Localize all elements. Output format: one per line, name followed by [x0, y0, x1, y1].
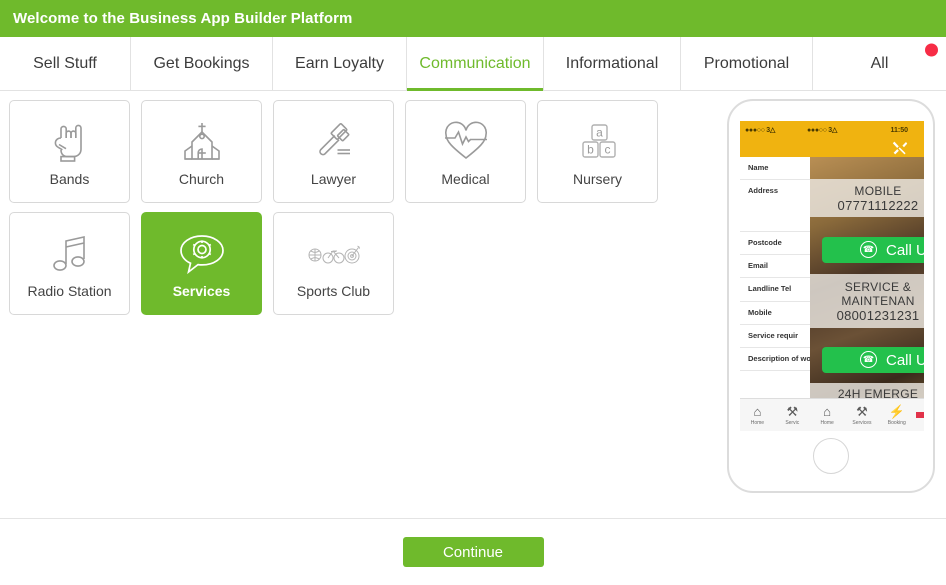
phone-app-bar	[740, 139, 924, 157]
tile-label: Radio Station	[27, 282, 112, 299]
call-us-label: Call U	[886, 351, 924, 369]
call-us-label: Call U	[886, 241, 924, 259]
page-header: Welcome to the Business App Builder Plat…	[0, 0, 946, 37]
tile-lawyer[interactable]: Lawyer	[273, 100, 394, 203]
gavel-icon	[312, 117, 356, 167]
phone-tab-label: Servic	[785, 419, 800, 426]
mobile-label: MOBILE	[854, 183, 902, 198]
church-icon	[180, 117, 224, 167]
signal-right-icon: ●●●○○ 3	[807, 126, 832, 134]
tile-church[interactable]: Church	[141, 100, 262, 203]
phone-tab-service[interactable]: ⚒ Servic	[775, 403, 810, 426]
wifi-left-icon: △	[770, 127, 776, 134]
wifi-right-icon: △	[832, 127, 838, 134]
tools-icon: ⚒	[856, 403, 868, 419]
phone-status-bar: ●●●○○ 3 △ ●●●○○ 3 △ 11:50	[740, 121, 924, 139]
service-maintenance-band: SERVICE & MAINTENAN 08001231231	[810, 274, 924, 328]
tab-communication[interactable]: Communication	[407, 37, 544, 91]
main-content: Bands Church Lawyer Medical a b c Nurser…	[0, 91, 946, 516]
phone-icon: ☎	[860, 241, 877, 258]
tab-earn-loyalty[interactable]: Earn Loyalty	[273, 37, 407, 90]
home-icon: ⌂	[753, 403, 762, 419]
service-number: 08001231231	[836, 307, 920, 323]
notification-dot-icon	[925, 43, 938, 57]
phone-tab-label: Home	[820, 419, 834, 426]
tab-label: Earn Loyalty	[295, 54, 384, 72]
tab-promotional[interactable]: Promotional	[681, 37, 813, 90]
tab-label: Get Bookings	[153, 54, 250, 72]
sports-icon	[306, 229, 362, 279]
mobile-number-band: MOBILE 07771112222	[810, 179, 924, 217]
tile-label: Services	[172, 282, 231, 299]
mobile-number: 07771112222	[837, 197, 919, 213]
heart-pulse-icon	[442, 117, 490, 167]
tab-sell-stuff[interactable]: Sell Stuff	[0, 37, 131, 90]
phone-screen: ●●●○○ 3 △ ●●●○○ 3 △ 11:50 Name Address P…	[740, 121, 924, 431]
tab-informational[interactable]: Informational	[544, 37, 681, 90]
phone-body: Name Address Postcode Email Landline Tel…	[740, 157, 924, 431]
svg-text:b: b	[587, 142, 594, 156]
tile-nursery[interactable]: a b c Nursery	[537, 100, 658, 203]
tab-get-bookings[interactable]: Get Bookings	[131, 37, 273, 90]
phone-tab-overflow-indicator	[916, 412, 924, 418]
tile-bands[interactable]: Bands	[9, 100, 130, 203]
tab-label: Sell Stuff	[33, 54, 97, 72]
phone-tab-label: Home	[750, 419, 765, 426]
svg-text:a: a	[596, 125, 603, 139]
category-tile-grid: Bands Church Lawyer Medical a b c Nurser…	[9, 100, 709, 324]
service-line-1: SERVICE &	[844, 279, 912, 294]
tile-services[interactable]: Services	[141, 212, 262, 315]
phone-clock: 11:50	[890, 126, 908, 134]
home-icon: ⌂	[823, 403, 832, 419]
plug-icon: ⚡	[888, 403, 905, 419]
tile-radio-station[interactable]: Radio Station	[9, 212, 130, 315]
phone-tab-label: Services	[852, 419, 872, 426]
tab-label: Informational	[565, 54, 659, 72]
phone-tab-booking[interactable]: ⚡ Booking	[879, 403, 914, 426]
page-footer: Continue	[0, 518, 946, 585]
call-us-button-2[interactable]: ☎ Call U	[822, 347, 924, 373]
tools-icon	[892, 140, 908, 156]
tile-label: Medical	[441, 170, 490, 187]
phone-tab-home-2[interactable]: ⌂ Home	[810, 403, 845, 426]
tab-label: All	[870, 54, 889, 72]
tile-sports-club[interactable]: Sports Club	[273, 212, 394, 315]
tile-label: Lawyer	[310, 170, 357, 187]
service-line-2: MAINTENAN	[841, 293, 915, 308]
tile-label: Bands	[49, 170, 90, 187]
phone-bottom-tabbar: ⌂ Home ⚒ Servic ⌂ Home ⚒ Services ⚡ Book…	[740, 398, 924, 431]
svg-text:c: c	[604, 142, 610, 156]
category-tabbar: Sell Stuff Get Bookings Earn Loyalty Com…	[0, 37, 946, 91]
continue-button[interactable]: Continue	[402, 537, 544, 567]
tile-label: Church	[178, 170, 225, 187]
tools-icon: ⚒	[786, 403, 799, 419]
phone-home-button[interactable]	[813, 438, 849, 474]
gear-speech-bubble-icon	[178, 229, 226, 279]
music-notes-icon	[48, 229, 92, 279]
phone-tab-services[interactable]: ⚒ Services	[845, 403, 880, 426]
phone-overlay-screen: MOBILE 07771112222 ☎ Call U SERVICE & MA…	[810, 157, 924, 431]
tile-medical[interactable]: Medical	[405, 100, 526, 203]
tile-label: Nursery	[572, 170, 622, 187]
phone-tab-home-1[interactable]: ⌂ Home	[740, 403, 775, 426]
app-root: Welcome to the Business App Builder Plat…	[0, 0, 946, 585]
page-title: Welcome to the Business App Builder Plat…	[13, 10, 353, 27]
rock-hand-icon	[50, 117, 90, 167]
signal-left-icon: ●●●○○ 3	[745, 126, 770, 134]
tab-label: Promotional	[703, 54, 790, 72]
tab-label: Communication	[419, 54, 531, 72]
phone-tab-label: Booking	[887, 419, 906, 426]
phone-icon: ☎	[860, 351, 877, 368]
tile-label: Sports Club	[296, 282, 371, 299]
abc-blocks-icon: a b c	[574, 117, 622, 167]
phone-preview: ●●●○○ 3 △ ●●●○○ 3 △ 11:50 Name Address P…	[727, 99, 935, 493]
call-us-button-1[interactable]: ☎ Call U	[822, 237, 924, 263]
